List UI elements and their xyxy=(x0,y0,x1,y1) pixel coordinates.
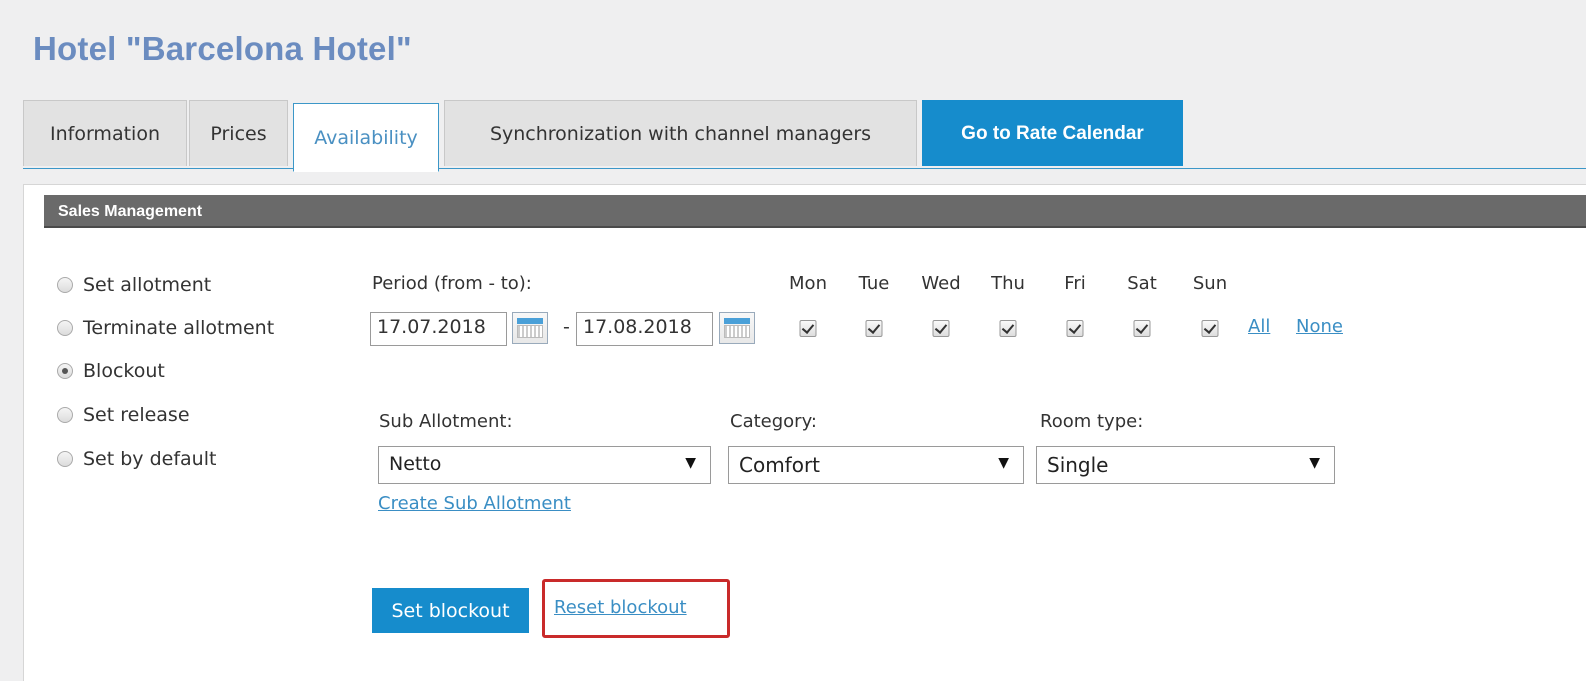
radio-label: Set allotment xyxy=(83,274,212,296)
radio-label: Set by default xyxy=(83,448,217,470)
radio-terminate-allotment[interactable]: Terminate allotment xyxy=(57,315,274,341)
sales-management-panel: Sales Management xyxy=(23,184,1586,681)
calendar-icon[interactable] xyxy=(512,312,548,344)
day-label-fri: Fri xyxy=(1064,273,1086,294)
checkbox-tue[interactable] xyxy=(865,320,883,337)
radio-blockout[interactable]: Blockout xyxy=(57,358,165,384)
period-label: Period (from - to): xyxy=(372,273,532,294)
calendar-icon[interactable] xyxy=(719,312,755,344)
radio-button[interactable] xyxy=(57,407,73,423)
room-type-select[interactable]: Single ▼ xyxy=(1036,446,1335,484)
checkbox-thu[interactable] xyxy=(999,320,1017,337)
go-to-rate-calendar-button[interactable]: Go to Rate Calendar xyxy=(922,100,1183,166)
radio-set-release[interactable]: Set release xyxy=(57,402,190,428)
period-separator: - xyxy=(563,316,570,338)
radio-button[interactable] xyxy=(57,451,73,467)
checkbox-fri[interactable] xyxy=(1066,320,1084,337)
create-sub-allotment-link[interactable]: Create Sub Allotment xyxy=(378,493,571,514)
room-type-label: Room type: xyxy=(1040,411,1144,432)
radio-label: Terminate allotment xyxy=(83,317,275,339)
checkbox-mon[interactable] xyxy=(799,320,817,337)
reset-blockout-link[interactable]: Reset blockout xyxy=(554,597,687,618)
tab-synchronization[interactable]: Synchronization with channel managers xyxy=(444,100,917,166)
radio-set-by-default[interactable]: Set by default xyxy=(57,446,216,472)
day-label-mon: Mon xyxy=(789,273,827,294)
day-label-sat: Sat xyxy=(1127,273,1157,294)
radio-label: Set release xyxy=(83,404,190,426)
day-label-tue: Tue xyxy=(858,273,890,294)
radio-button[interactable] xyxy=(57,277,73,293)
checkbox-sun[interactable] xyxy=(1201,320,1219,337)
select-no-days-link[interactable]: None xyxy=(1296,316,1343,337)
category-value: Comfort xyxy=(739,453,821,477)
tab-bar: Information Prices Availability Synchron… xyxy=(23,100,1586,172)
panel-header: Sales Management xyxy=(44,195,1586,228)
chevron-down-icon: ▼ xyxy=(1309,455,1320,471)
checkbox-sat[interactable] xyxy=(1133,320,1151,337)
date-to-input[interactable]: 17.08.2018 xyxy=(576,312,713,346)
day-label-wed: Wed xyxy=(921,273,961,294)
tab-prices[interactable]: Prices xyxy=(189,100,288,166)
select-all-days-link[interactable]: All xyxy=(1248,316,1270,337)
set-blockout-button[interactable]: Set blockout xyxy=(372,588,529,633)
date-from-input[interactable]: 17.07.2018 xyxy=(370,312,507,346)
radio-set-allotment[interactable]: Set allotment xyxy=(57,272,211,298)
day-label-thu: Thu xyxy=(991,273,1025,294)
checkbox-wed[interactable] xyxy=(932,320,950,337)
page-title: Hotel "Barcelona Hotel" xyxy=(33,30,412,67)
sub-allotment-label: Sub Allotment: xyxy=(379,411,513,432)
category-select[interactable]: Comfort ▼ xyxy=(728,446,1024,484)
radio-button[interactable] xyxy=(57,363,73,379)
radio-button[interactable] xyxy=(57,320,73,336)
sub-allotment-select[interactable]: Netto ▼ xyxy=(378,446,711,484)
room-type-value: Single xyxy=(1047,453,1109,477)
category-label: Category: xyxy=(730,411,817,432)
chevron-down-icon: ▼ xyxy=(998,455,1009,471)
tab-information[interactable]: Information xyxy=(23,100,187,166)
tab-availability[interactable]: Availability xyxy=(293,103,439,172)
radio-label: Blockout xyxy=(83,360,165,382)
sub-allotment-value: Netto xyxy=(389,453,442,475)
chevron-down-icon: ▼ xyxy=(685,455,696,471)
day-label-sun: Sun xyxy=(1192,273,1228,294)
